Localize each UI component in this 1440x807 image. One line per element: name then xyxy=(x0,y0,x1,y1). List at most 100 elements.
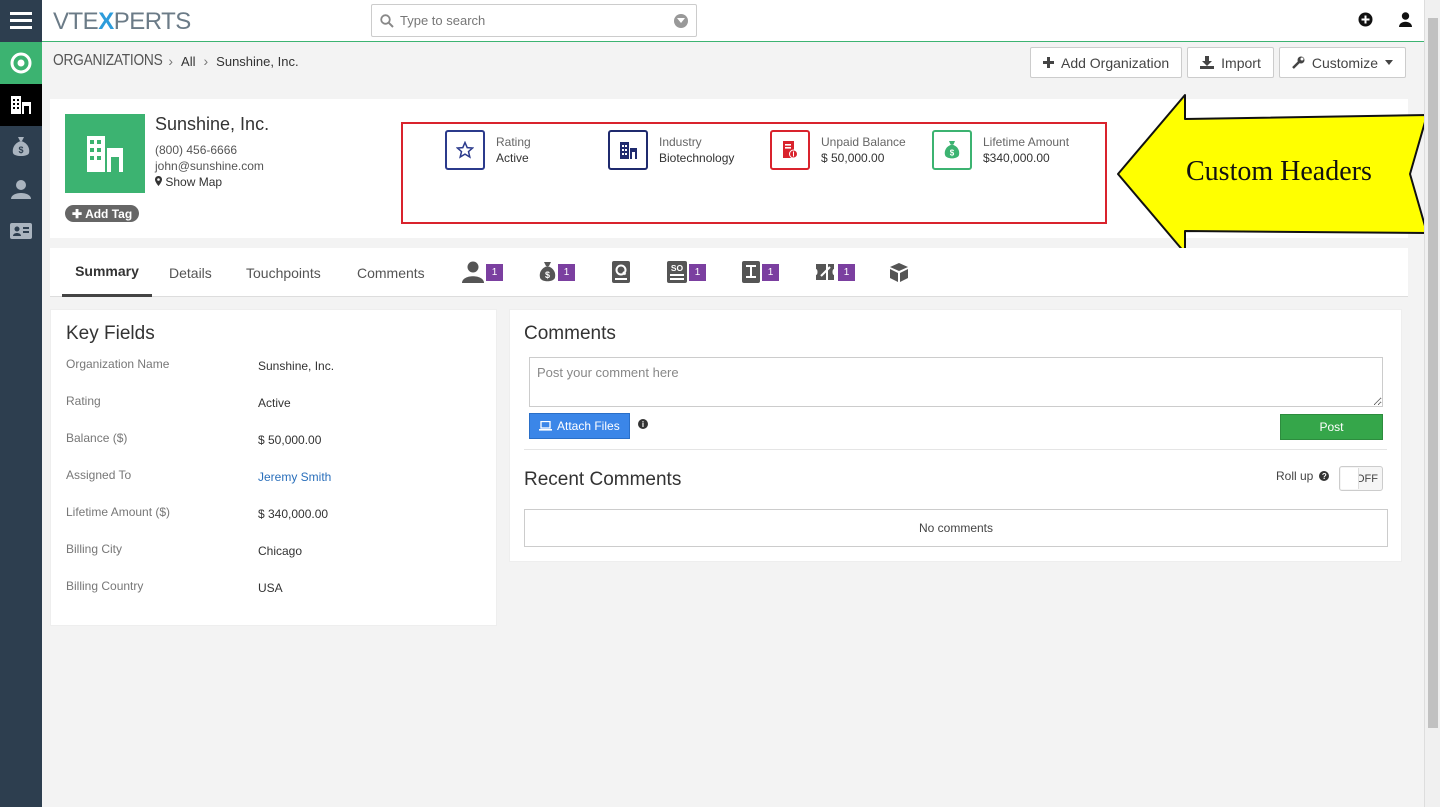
invoice-icon xyxy=(742,261,760,283)
key-fields-panel: Key Fields Organization Name Sunshine, I… xyxy=(50,309,497,626)
tab-related-quotes[interactable] xyxy=(612,258,630,286)
no-comments-message: No comments xyxy=(524,509,1388,547)
add-tag-label: Add Tag xyxy=(85,206,133,221)
deals-count-badge: 1 xyxy=(558,263,575,281)
toggle-knob xyxy=(1341,468,1359,489)
tab-summary[interactable]: Summary xyxy=(62,248,152,297)
svg-text:$: $ xyxy=(950,149,955,158)
header-industry-value: Biotechnology xyxy=(659,151,735,165)
tab-related-invoices[interactable]: 1 xyxy=(742,258,779,286)
search-dropdown-icon[interactable] xyxy=(674,14,688,28)
key-fields-title: Key Fields xyxy=(66,323,155,344)
menu-icon[interactable] xyxy=(0,0,42,42)
import-label: Import xyxy=(1221,54,1261,71)
breadcrumb-record: Sunshine, Inc. xyxy=(216,53,299,69)
caret-down-icon xyxy=(1385,60,1393,65)
header-lifetime-amount-label: Lifetime Amount xyxy=(983,135,1070,149)
svg-text:$: $ xyxy=(18,145,23,155)
tab-related-deals[interactable]: $ 1 xyxy=(539,258,575,286)
header-industry: Industry Biotechnology xyxy=(608,130,734,170)
logo-text-left: VTE xyxy=(53,8,99,35)
invoice-icon xyxy=(770,130,810,170)
chevron-right-icon: › xyxy=(168,53,174,69)
record-phone[interactable]: (800) 456-6666 xyxy=(155,143,237,157)
import-button[interactable]: Import xyxy=(1187,47,1274,78)
key-field-value[interactable]: Sunshine, Inc. xyxy=(258,359,334,373)
info-icon[interactable]: i xyxy=(638,419,648,429)
tab-related-contacts[interactable]: 1 xyxy=(462,258,503,286)
svg-text:$: $ xyxy=(545,270,550,280)
header-lifetime-amount: $ Lifetime Amount $340,000.00 xyxy=(932,130,1069,170)
tab-comments[interactable]: Comments xyxy=(357,248,425,297)
post-comment-button[interactable]: Post xyxy=(1280,414,1383,440)
key-field-value[interactable]: $ 340,000.00 xyxy=(258,507,328,521)
plus-icon xyxy=(1042,57,1054,68)
sales-order-icon: SO xyxy=(667,261,687,283)
breadcrumb-filter[interactable]: All xyxy=(181,54,195,69)
key-field-value[interactable]: Active xyxy=(258,396,291,410)
record-email[interactable]: john@sunshine.com xyxy=(155,159,264,173)
header-rating-value: Active xyxy=(496,151,529,165)
svg-text:SO: SO xyxy=(671,263,684,273)
custom-headers-callout-text: Custom Headers xyxy=(1186,156,1372,187)
money-bag-icon: $ xyxy=(932,130,972,170)
rollup-label: Roll up xyxy=(1276,469,1314,483)
tab-related-products[interactable] xyxy=(888,258,910,286)
wrench-icon xyxy=(1291,56,1305,69)
header-unpaid-balance: Unpaid Balance $ 50,000.00 xyxy=(770,130,906,170)
page-scrollbar[interactable] xyxy=(1424,0,1440,807)
building-icon xyxy=(608,130,648,170)
key-field-label: Billing Country xyxy=(66,579,144,593)
left-sidebar: $ xyxy=(0,0,42,807)
comment-input[interactable] xyxy=(529,357,1383,407)
organizations-icon[interactable] xyxy=(0,84,42,126)
key-field-label: Rating xyxy=(66,394,101,408)
logo-text-right: PERTS xyxy=(113,8,192,35)
money-bag-icon: $ xyxy=(539,262,556,282)
key-field-label: Assigned To xyxy=(66,468,132,482)
app-logo[interactable]: VTEXPERTS xyxy=(53,8,191,36)
tab-touchpoints[interactable]: Touchpoints xyxy=(246,248,321,297)
divider xyxy=(524,449,1387,450)
attach-files-label: Attach Files xyxy=(557,419,620,433)
user-profile-icon[interactable] xyxy=(1399,12,1412,30)
customize-button[interactable]: Customize xyxy=(1278,47,1406,78)
header-rating: Rating Active xyxy=(445,130,531,170)
key-field-value[interactable]: $ 50,000.00 xyxy=(258,433,321,447)
key-field-value[interactable]: USA xyxy=(258,581,283,595)
show-map-link[interactable]: Show Map xyxy=(155,175,222,189)
rollup-label-group: Roll up ? xyxy=(1276,469,1330,483)
ticket-icon xyxy=(816,264,834,280)
add-tag-button[interactable]: ✚ Add Tag xyxy=(65,205,140,222)
home-icon[interactable] xyxy=(0,42,42,84)
building-icon xyxy=(87,135,123,172)
key-field-value[interactable]: Chicago xyxy=(258,544,302,558)
header-industry-label: Industry xyxy=(659,135,702,149)
search-input[interactable] xyxy=(400,13,660,28)
search-icon xyxy=(380,13,394,28)
contacts-count-badge: 1 xyxy=(486,263,503,281)
header-lifetime-amount-value: $340,000.00 xyxy=(983,151,1050,165)
tab-details[interactable]: Details xyxy=(169,248,212,297)
tab-related-tickets[interactable]: 1 xyxy=(814,258,855,286)
assigned-to-link[interactable]: Jeremy Smith xyxy=(258,470,331,484)
toggle-state-label: OFF xyxy=(1356,472,1378,485)
attach-files-button[interactable]: Attach Files xyxy=(529,413,630,439)
breadcrumb: ORGANIZATIONS › All › Sunshine, Inc. xyxy=(53,52,299,70)
contact-icon[interactable] xyxy=(0,168,42,210)
breadcrumb-module[interactable]: ORGANIZATIONS xyxy=(53,52,163,70)
star-icon xyxy=(445,130,485,170)
help-icon[interactable]: ? xyxy=(1319,471,1330,481)
customize-label: Customize xyxy=(1311,54,1378,71)
comments-title: Comments xyxy=(524,323,616,344)
tab-related-sales-orders[interactable]: SO 1 xyxy=(667,258,706,286)
quick-create-icon[interactable] xyxy=(1358,12,1373,30)
id-card-icon[interactable] xyxy=(0,210,42,252)
download-icon xyxy=(1200,56,1215,69)
header-unpaid-balance-value: $ 50,000.00 xyxy=(821,151,885,165)
quote-document-icon xyxy=(612,261,630,283)
scrollbar-thumb[interactable] xyxy=(1428,18,1438,728)
rollup-toggle[interactable]: OFF xyxy=(1339,466,1383,491)
add-organization-button[interactable]: Add Organization xyxy=(1029,47,1183,78)
money-bag-icon[interactable]: $ xyxy=(0,126,42,168)
